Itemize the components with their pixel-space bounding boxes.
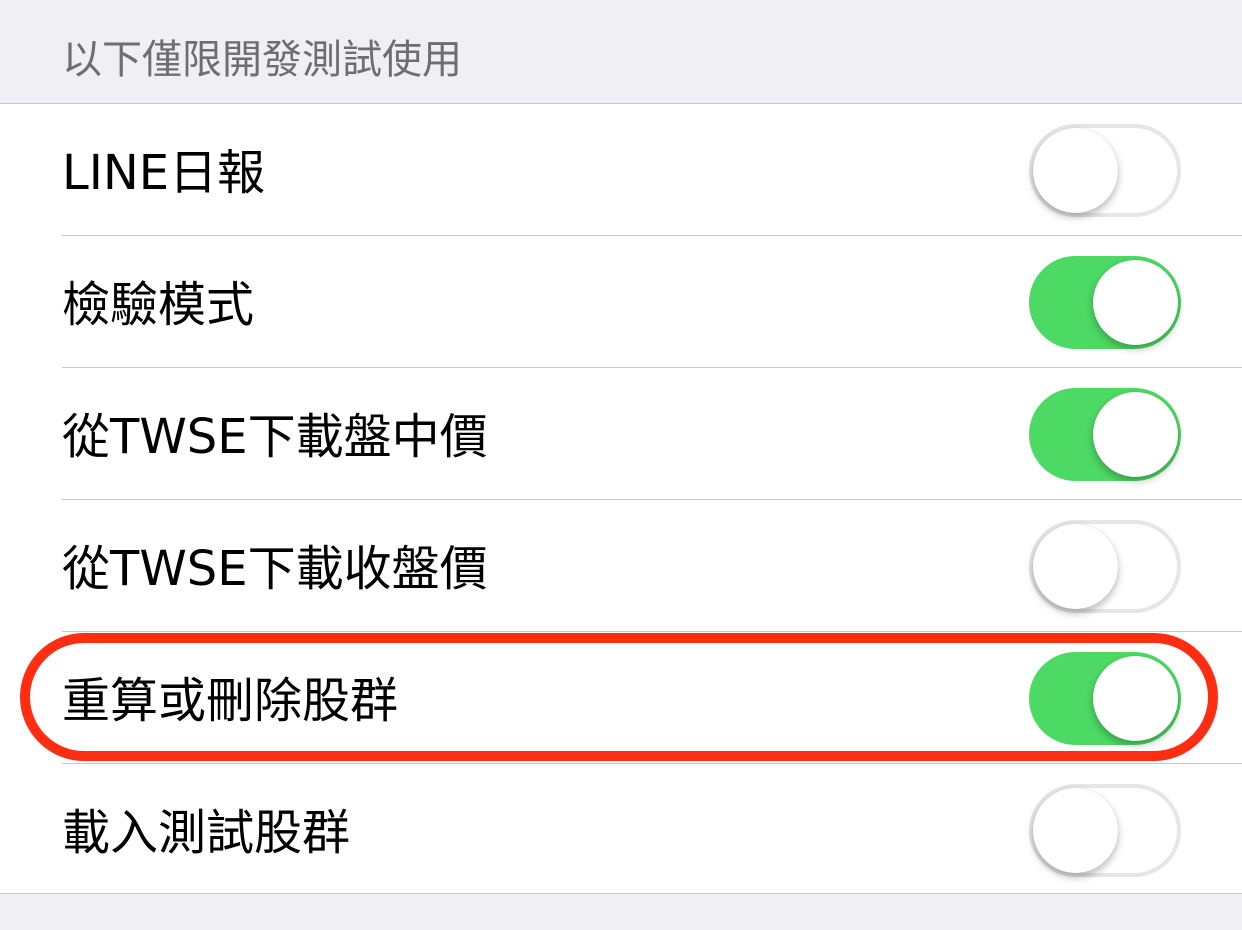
twse-closing-toggle[interactable] bbox=[1029, 520, 1181, 613]
setting-row-inspection-mode: 檢驗模式 bbox=[0, 236, 1242, 368]
recalc-delete-groups-toggle[interactable] bbox=[1029, 652, 1181, 745]
setting-label: 載入測試股群 bbox=[62, 805, 351, 861]
toggle-knob bbox=[1093, 656, 1178, 741]
settings-group: LINE日報 檢驗模式 從TWSE下載盤中價 從TWSE下載收盤價 重算或刪除股… bbox=[0, 103, 1242, 894]
toggle-knob bbox=[1033, 788, 1118, 873]
setting-row-twse-intraday: 從TWSE下載盤中價 bbox=[0, 368, 1242, 500]
toggle-knob bbox=[1033, 128, 1118, 213]
section-header: 以下僅限開發測試使用 bbox=[0, 0, 1242, 103]
toggle-knob bbox=[1093, 392, 1178, 477]
toggle-knob bbox=[1033, 524, 1118, 609]
setting-label: LINE日報 bbox=[62, 145, 266, 201]
setting-label: 從TWSE下載盤中價 bbox=[62, 409, 488, 465]
load-test-groups-toggle[interactable] bbox=[1029, 784, 1181, 877]
line-daily-report-toggle[interactable] bbox=[1029, 124, 1181, 217]
setting-row-load-test-groups: 載入測試股群 bbox=[0, 764, 1242, 896]
setting-row-line-daily-report: LINE日報 bbox=[0, 104, 1242, 236]
setting-label: 檢驗模式 bbox=[62, 277, 255, 333]
twse-intraday-toggle[interactable] bbox=[1029, 388, 1181, 481]
toggle-knob bbox=[1093, 260, 1178, 345]
setting-row-twse-closing: 從TWSE下載收盤價 bbox=[0, 500, 1242, 632]
section-header-text: 以下僅限開發測試使用 bbox=[62, 37, 462, 83]
setting-row-recalc-delete-groups: 重算或刪除股群 bbox=[0, 632, 1242, 764]
setting-label: 從TWSE下載收盤價 bbox=[62, 541, 488, 597]
inspection-mode-toggle[interactable] bbox=[1029, 256, 1181, 349]
setting-label: 重算或刪除股群 bbox=[62, 673, 399, 729]
